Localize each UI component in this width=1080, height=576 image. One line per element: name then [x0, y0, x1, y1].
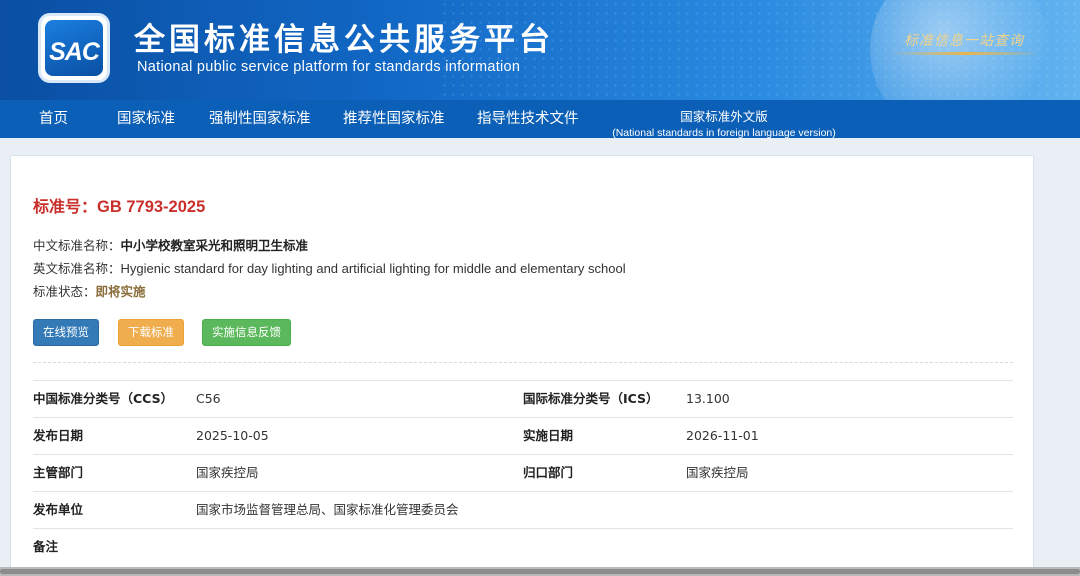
- standard-number-value: GB 7793-2025: [97, 198, 206, 216]
- section-divider: [33, 362, 1013, 363]
- table-row: 发布单位 国家市场监督管理总局、国家标准化管理委员会: [33, 491, 1013, 528]
- publish-date-label: 发布日期: [33, 428, 84, 443]
- standard-number-label: 标准号：: [33, 197, 98, 216]
- responsible-dept-label: 归口部门: [523, 465, 574, 480]
- sac-logo[interactable]: SAC: [38, 13, 110, 83]
- site-title-cn: 全国标准信息公共服务平台: [134, 22, 554, 58]
- scrollbar-thumb[interactable]: [0, 569, 1080, 574]
- implement-date-value: 2026-11-01: [686, 428, 759, 443]
- en-name-label: 英文标准名称：: [33, 261, 121, 276]
- nav-foreign-sub-label: (National standards in foreign language …: [612, 127, 836, 139]
- slogan-brush-stroke: [890, 52, 1040, 55]
- status-row: 标准状态：即将实施: [33, 281, 146, 300]
- ccs-label: 中国标准分类号（CCS）: [33, 391, 174, 406]
- horizontal-scrollbar[interactable]: [0, 567, 1080, 576]
- nav-foreign-language-version[interactable]: 国家标准外文版 (National standards in foreign l…: [606, 100, 842, 139]
- nav-national-standards[interactable]: 国家标准: [117, 100, 175, 138]
- logo-text: SAC: [49, 38, 100, 66]
- table-row: 发布日期 2025-10-05 实施日期 2026-11-01: [33, 417, 1013, 454]
- ics-value: 13.100: [686, 391, 730, 406]
- cn-name-value: 中小学校教室采光和照明卫生标准: [120, 238, 309, 253]
- cn-name-label: 中文标准名称：: [33, 238, 121, 253]
- nav-guidance-documents[interactable]: 指导性技术文件: [477, 100, 579, 138]
- site-title-en: National public service platform for sta…: [137, 59, 521, 75]
- competent-dept-value: 国家疾控局: [196, 465, 259, 480]
- globe-graphic: [870, 0, 1050, 100]
- en-name-row: 英文标准名称：Hygienic standard for day lightin…: [33, 258, 626, 277]
- issuer-label: 发布单位: [33, 502, 84, 517]
- competent-dept-label: 主管部门: [33, 465, 84, 480]
- slogan-text: 标准信息一站查询: [904, 33, 1024, 49]
- nav-mandatory-standards[interactable]: 强制性国家标准: [209, 100, 311, 138]
- status-label: 标准状态：: [33, 284, 96, 299]
- remarks-label: 备注: [33, 539, 59, 554]
- online-preview-button[interactable]: 在线预览: [33, 319, 99, 346]
- table-row: 备注: [33, 528, 1013, 565]
- table-row: 主管部门 国家疾控局 归口部门 国家疾控局: [33, 454, 1013, 491]
- status-value: 即将实施: [95, 284, 146, 299]
- implement-date-label: 实施日期: [523, 428, 574, 443]
- header-banner: SAC 全国标准信息公共服务平台 National public service…: [0, 0, 1080, 100]
- standard-number-heading: 标准号：GB 7793-2025: [33, 193, 205, 217]
- main-nav: 首页 国家标准 强制性国家标准 推荐性国家标准 指导性技术文件 国家标准外文版 …: [0, 100, 1080, 139]
- issuer-value: 国家市场监督管理总局、国家标准化管理委员会: [196, 502, 459, 517]
- nav-recommended-standards[interactable]: 推荐性国家标准: [343, 100, 445, 138]
- implementation-feedback-button[interactable]: 实施信息反馈: [202, 319, 291, 346]
- nav-home[interactable]: 首页: [39, 100, 68, 138]
- nav-foreign-label: 国家标准外文版: [680, 109, 768, 124]
- download-standard-button[interactable]: 下载标准: [118, 319, 184, 346]
- table-row: 中国标准分类号（CCS） C56 国际标准分类号（ICS） 13.100: [33, 380, 1013, 417]
- publish-date-value: 2025-10-05: [196, 428, 269, 443]
- ccs-value: C56: [196, 391, 221, 406]
- standard-detail-card: 标准号：GB 7793-2025 中文标准名称：中小学校教室采光和照明卫生标准 …: [10, 155, 1034, 576]
- en-name-value: Hygienic standard for day lighting and a…: [120, 261, 626, 276]
- responsible-dept-value: 国家疾控局: [686, 465, 749, 480]
- standard-details-table: 中国标准分类号（CCS） C56 国际标准分类号（ICS） 13.100 发布日…: [33, 380, 1013, 565]
- cn-name-row: 中文标准名称：中小学校教室采光和照明卫生标准: [33, 235, 308, 254]
- ics-label: 国际标准分类号（ICS）: [523, 391, 659, 406]
